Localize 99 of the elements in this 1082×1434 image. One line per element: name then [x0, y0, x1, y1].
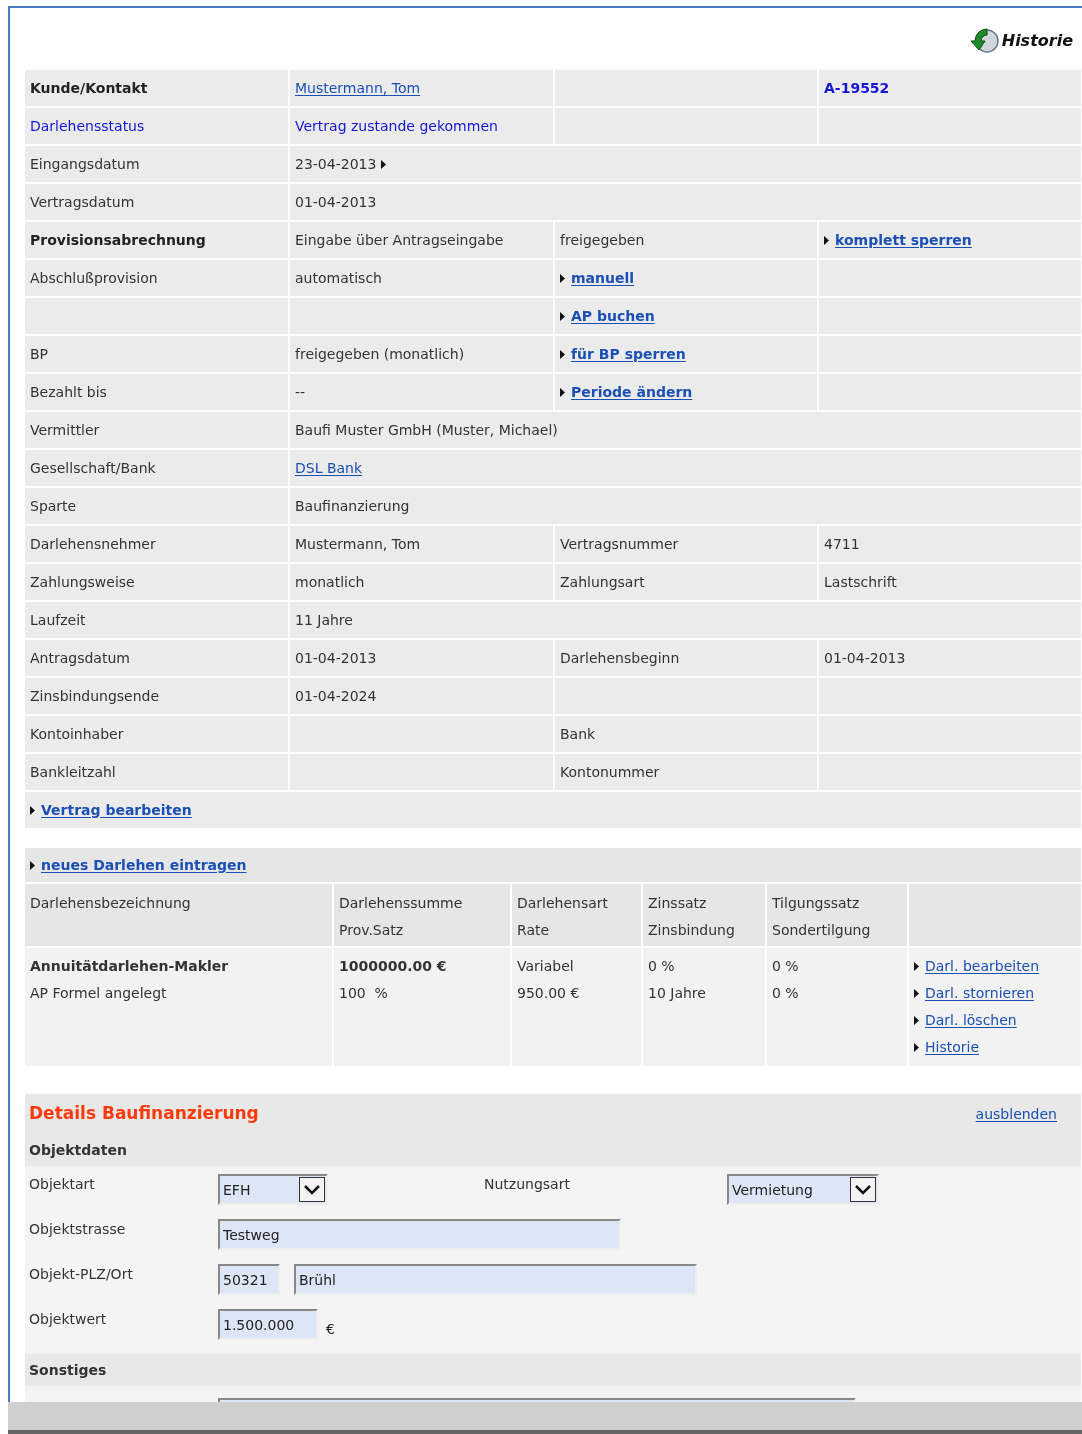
date-text: 23-04-2013: [295, 154, 377, 174]
input-field[interactable]: Testweg: [218, 1219, 621, 1250]
form-label: Objektart: [29, 1175, 96, 1194]
table-cell: Provisionsabrechnung: [25, 222, 288, 258]
triangle-icon[interactable]: [381, 159, 387, 169]
table-cell: --: [290, 374, 553, 410]
edit-contract-link[interactable]: Vertrag bearbeiten: [41, 799, 192, 821]
table-cell: Kunde/Kontakt: [25, 70, 288, 106]
table-cell: Kontoinhaber: [25, 716, 288, 752]
contact-link[interactable]: DSL Bank: [295, 457, 363, 479]
loan-action-link[interactable]: Darl. löschen: [925, 1007, 1017, 1034]
table-cell: 01-04-2013: [290, 184, 1081, 220]
table-cell: Antragsdatum: [25, 640, 288, 676]
action-link[interactable]: komplett sperren: [835, 229, 972, 251]
triangle-icon: [560, 273, 565, 283]
table-cell: 11 Jahre: [290, 602, 1081, 638]
table-cell: freigegeben (monatlich): [290, 336, 553, 372]
table-cell: Gesellschaft/Bank: [25, 450, 288, 486]
table-cell: Annuitätdarlehen-Makler AP Formel angelegt: [25, 948, 332, 1066]
action-link[interactable]: für BP sperren: [571, 343, 686, 365]
select-value: Vermietung: [731, 1180, 814, 1200]
column-header: Darlehenssumme Prov.Satz: [334, 884, 510, 946]
select-value: EFH: [222, 1180, 252, 1200]
triangle-icon: [560, 311, 565, 321]
table-cell: Vertrag zustande gekommen: [290, 108, 553, 144]
hide-link[interactable]: ausblenden: [975, 1103, 1057, 1125]
table-cell: A-19552: [819, 70, 1081, 106]
table-cell: Abschlußprovision: [25, 260, 288, 296]
table-cell: monatlich: [290, 564, 553, 600]
table-cell: 4711: [819, 526, 1081, 562]
loan-action-link[interactable]: Darl. bearbeiten: [925, 953, 1040, 980]
action-link[interactable]: manuell: [571, 267, 635, 289]
dropdown-icon[interactable]: [850, 1177, 876, 1202]
table-cell: Lastschrift: [819, 564, 1081, 600]
history-arrow-icon: [970, 26, 1001, 56]
table-cell: Darlehensstatus: [25, 108, 288, 144]
loan-action-link[interactable]: Historie: [925, 1034, 980, 1061]
table-cell: Kontonummer: [555, 754, 817, 790]
action-link[interactable]: Periode ändern: [571, 381, 693, 403]
table-cell: Variabel 950.00 €: [512, 948, 641, 1066]
table-cell: Bankleitzahl: [25, 754, 288, 790]
input-field[interactable]: 1.500.000: [218, 1309, 318, 1340]
table-cell: Vermittler: [25, 412, 288, 448]
table-cell: automatisch: [290, 260, 553, 296]
table-cell: 01-04-2013: [819, 640, 1081, 676]
table-cell: Eingangsdatum: [25, 146, 288, 182]
column-header: Zinssatz Zinsbindung: [643, 884, 765, 946]
table-cell: Bank: [555, 716, 817, 752]
column-header: Darlehensart Rate: [512, 884, 641, 946]
table-cell: Laufzeit: [25, 602, 288, 638]
column-header: Darlehensbezeichnung: [25, 884, 332, 946]
select-field[interactable]: Vermietung: [727, 1174, 879, 1205]
triangle-icon: [914, 1016, 919, 1025]
history-button[interactable]: Historie: [970, 26, 1073, 56]
triangle-icon: [30, 860, 35, 870]
triangle-icon: [914, 1043, 919, 1052]
table-cell: Darlehensbeginn: [555, 640, 817, 676]
form-label: Objekt-PLZ/Ort: [29, 1265, 134, 1284]
triangle-icon: [914, 989, 919, 998]
group-header: Sonstiges: [25, 1354, 1081, 1386]
section-title: Details Baufinanzierung: [29, 1102, 259, 1126]
form-label: Objektstrasse: [29, 1220, 127, 1239]
triangle-icon: [560, 387, 565, 397]
table-cell: Mustermann, Tom: [290, 526, 553, 562]
action-link[interactable]: AP buchen: [571, 305, 655, 327]
add-loan-link[interactable]: neues Darlehen eintragen: [41, 854, 247, 876]
table-cell: Baufi Muster GmbH (Muster, Michael): [290, 412, 1081, 448]
input-field[interactable]: Brühl: [294, 1264, 697, 1295]
table-cell: Zahlungsweise: [25, 564, 288, 600]
form-label: Nutzungsart: [484, 1175, 571, 1194]
table-cell: BP: [25, 336, 288, 372]
column-header: Tilgungssatz Sondertilgung: [767, 884, 907, 946]
triangle-icon: [30, 805, 35, 815]
table-cell: Zahlungsart: [555, 564, 817, 600]
table-cell: Baufinanzierung: [290, 488, 1081, 524]
table-cell: Darlehensnehmer: [25, 526, 288, 562]
triangle-icon: [914, 962, 919, 971]
triangle-icon: [824, 235, 829, 245]
table-cell: Eingabe über Antragseingabe: [290, 222, 553, 258]
table-cell: Bezahlt bis: [25, 374, 288, 410]
table-cell: Vertragsnummer: [555, 526, 817, 562]
table-cell: 1000000.00 € 100 %: [334, 948, 510, 1066]
table-cell: 0 % 10 Jahre: [643, 948, 765, 1066]
loan-action-link[interactable]: Darl. stornieren: [925, 980, 1035, 1007]
table-cell: Vertragsdatum: [25, 184, 288, 220]
triangle-icon: [560, 349, 565, 359]
table-cell: freigegeben: [555, 222, 817, 258]
form-label: Objektwert: [29, 1310, 108, 1329]
table-cell: 0 % 0 %: [767, 948, 907, 1066]
table-cell: 01-04-2013: [290, 640, 553, 676]
dropdown-icon[interactable]: [299, 1177, 325, 1202]
input-field[interactable]: 50321: [218, 1264, 280, 1295]
table-cell: Zinsbindungsende: [25, 678, 288, 714]
table-cell: 01-04-2024: [290, 678, 553, 714]
currency-unit: €: [326, 1320, 335, 1339]
select-field[interactable]: EFH: [218, 1174, 328, 1205]
table-cell: Sparte: [25, 488, 288, 524]
group-header: Objektdaten: [25, 1134, 1081, 1166]
contact-link[interactable]: Mustermann, Tom: [295, 77, 421, 99]
